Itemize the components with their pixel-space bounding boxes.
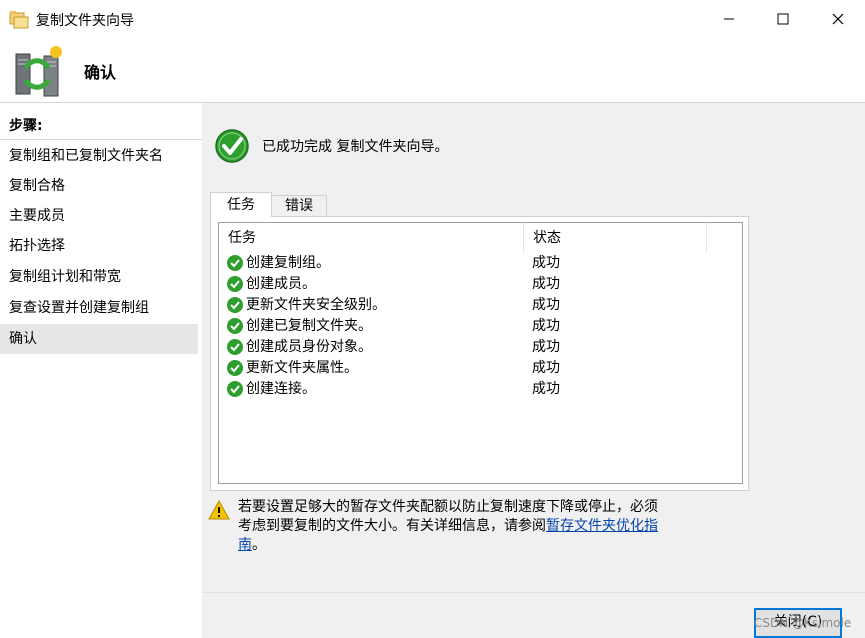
warning-triangle-icon — [208, 500, 230, 520]
steps-sidebar: 步骤: 复制组和已复制文件夹名 复制合格 主要成员 拓扑选择 复制组计划和带宽 … — [0, 103, 202, 638]
table-row[interactable]: 创建连接。 成功 — [219, 379, 742, 400]
success-check-icon — [226, 359, 244, 377]
window-title: 复制文件夹向导 — [36, 10, 134, 30]
tab-errors[interactable]: 错误 — [271, 195, 327, 216]
step-item-review-settings: 复查设置并创建复制组 — [0, 293, 198, 323]
task-status: 成功 — [532, 274, 560, 295]
success-check-icon — [226, 296, 244, 314]
steps-title: 步骤: — [9, 115, 43, 135]
step-item-replication-group-name: 复制组和已复制文件夹名 — [0, 141, 198, 171]
steps-divider — [0, 139, 202, 140]
success-check-icon — [226, 317, 244, 335]
column-header-task[interactable]: 任务 — [219, 223, 524, 253]
task-list[interactable]: 任务 状态 创建复制组。 成功 创建成员。 成功 更新文件夹安全级别。 成功 创… — [218, 222, 743, 484]
task-name: 创建复制组。 — [246, 253, 330, 274]
maximize-button[interactable] — [756, 0, 810, 38]
warning-suffix: 。 — [252, 537, 266, 553]
step-item-eligibility: 复制合格 — [0, 171, 198, 201]
task-name: 创建成员身份对象。 — [246, 337, 372, 358]
table-row[interactable]: 更新文件夹属性。 成功 — [219, 358, 742, 379]
task-name: 更新文件夹属性。 — [246, 358, 358, 379]
success-check-icon — [226, 254, 244, 272]
step-item-primary-member: 主要成员 — [0, 201, 198, 231]
check-circle-icon — [214, 128, 250, 164]
task-status: 成功 — [532, 358, 560, 379]
column-header-status[interactable]: 状态 — [524, 223, 707, 253]
close-window-button[interactable] — [811, 0, 865, 38]
task-status: 成功 — [532, 337, 560, 358]
success-check-icon — [226, 275, 244, 293]
task-status: 成功 — [532, 295, 560, 316]
tab-tasks[interactable]: 任务 — [210, 192, 272, 217]
task-name: 创建连接。 — [246, 379, 316, 400]
task-status: 成功 — [532, 379, 560, 400]
table-row[interactable]: 创建复制组。 成功 — [219, 253, 742, 274]
table-row[interactable]: 创建成员。 成功 — [219, 274, 742, 295]
wizard-header: 确认 — [0, 38, 865, 103]
step-item-schedule-bandwidth: 复制组计划和带宽 — [0, 262, 198, 292]
success-check-icon — [226, 338, 244, 356]
replication-server-icon — [8, 44, 66, 100]
folder-copy-icon — [8, 8, 30, 30]
task-status: 成功 — [532, 316, 560, 337]
minimize-button[interactable] — [702, 0, 756, 38]
task-status: 成功 — [532, 253, 560, 274]
table-row[interactable]: 创建已复制文件夹。 成功 — [219, 316, 742, 337]
title-bar: 复制文件夹向导 — [0, 0, 865, 38]
table-row[interactable]: 更新文件夹安全级别。 成功 — [219, 295, 742, 316]
step-item-topology: 拓扑选择 — [0, 231, 198, 261]
success-check-icon — [226, 380, 244, 398]
watermark: CSDN @Ksimole — [754, 616, 851, 630]
success-message: 已成功完成 复制文件夹向导。 — [262, 136, 448, 156]
task-name: 创建成员。 — [246, 274, 316, 295]
task-name: 更新文件夹安全级别。 — [246, 295, 386, 316]
warning-message: 若要设置足够大的暂存文件夹配额以防止复制速度下降或停止，必须考虑到要复制的文件大… — [238, 498, 658, 555]
footer-divider — [202, 592, 865, 593]
step-item-confirmation: 确认 — [0, 324, 198, 354]
page-title: 确认 — [84, 59, 116, 83]
task-name: 创建已复制文件夹。 — [246, 316, 372, 337]
table-row[interactable]: 创建成员身份对象。 成功 — [219, 337, 742, 358]
